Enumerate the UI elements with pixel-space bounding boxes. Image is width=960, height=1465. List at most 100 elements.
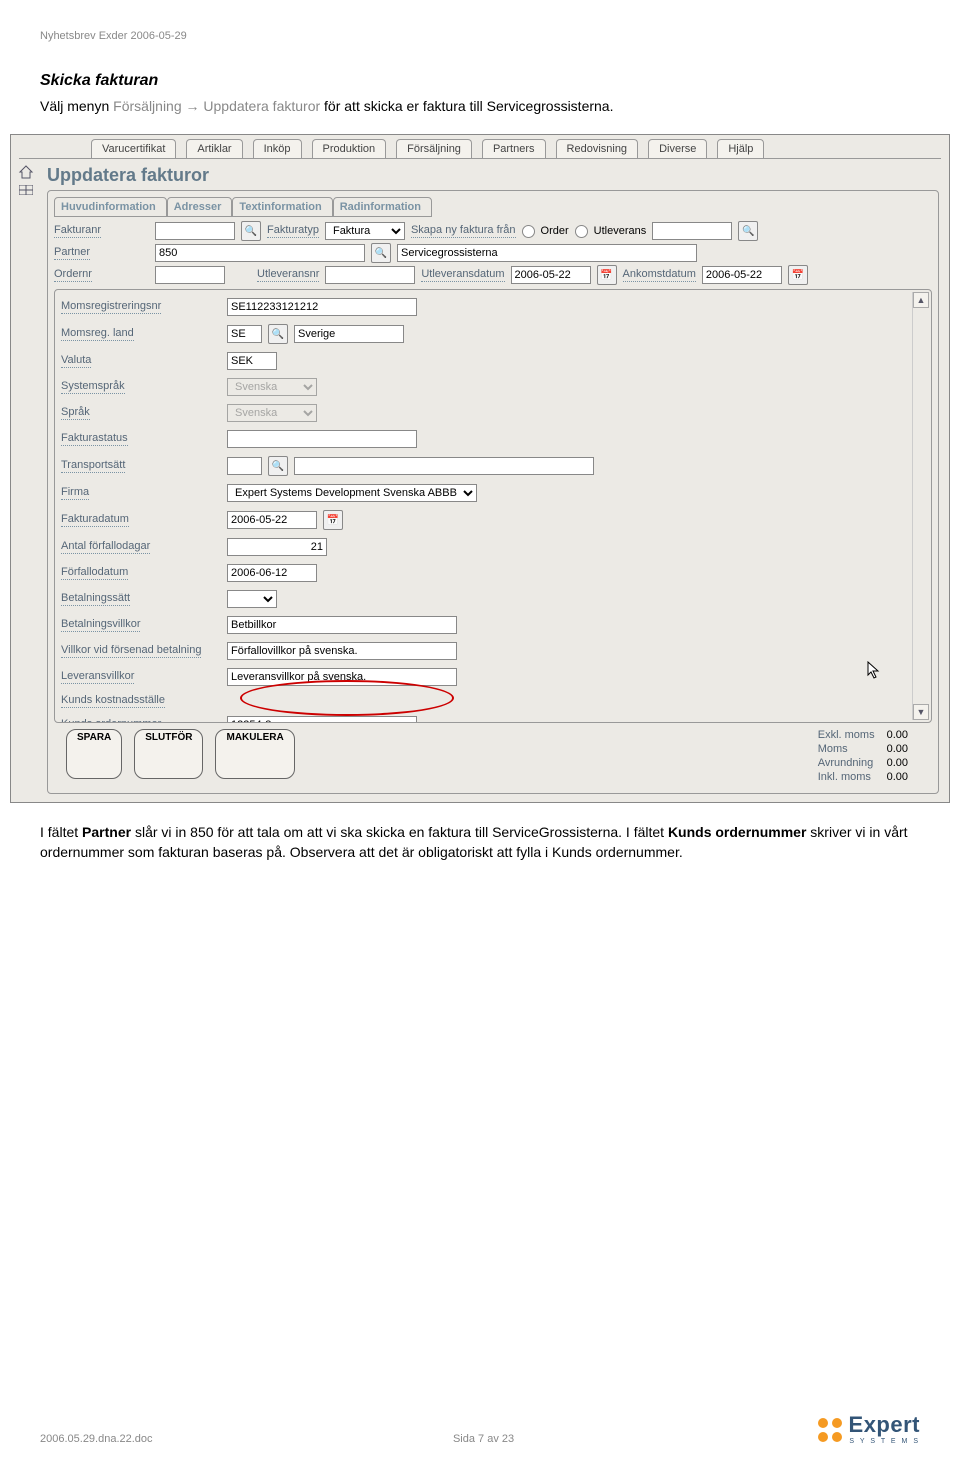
label-ordernr: Ordernr bbox=[54, 268, 149, 282]
label-inkl-moms: Inkl. moms bbox=[818, 771, 875, 783]
transport-code-input[interactable] bbox=[227, 457, 262, 475]
detail-label: Betalningsvillkor bbox=[61, 618, 221, 632]
detail-label: Villkor vid försenad betalning bbox=[61, 644, 221, 658]
detail-row: Kunds ordernummer bbox=[61, 716, 925, 722]
cursor-icon bbox=[867, 661, 881, 682]
detail-row: FirmaExpert Systems Development Svenska … bbox=[61, 484, 925, 502]
detail-row: Valuta bbox=[61, 352, 925, 370]
detail-input[interactable] bbox=[227, 564, 317, 582]
skapa-from-input[interactable] bbox=[652, 222, 732, 240]
detail-row: SpråkSvenska bbox=[61, 404, 925, 422]
intro-post: för att skicka er faktura till Servicegr… bbox=[320, 98, 613, 114]
logo-word: Expert bbox=[849, 1412, 920, 1438]
ordernr-input[interactable] bbox=[155, 266, 225, 284]
detail-label: Systemspråk bbox=[61, 380, 221, 394]
label-order: Order bbox=[541, 225, 569, 237]
detail-input[interactable] bbox=[227, 642, 457, 660]
makulera-button[interactable]: MAKULERA bbox=[215, 729, 294, 779]
spara-button[interactable]: SPARA bbox=[66, 729, 122, 779]
search-icon[interactable]: 🔍 bbox=[268, 456, 288, 476]
label-exkl-moms: Exkl. moms bbox=[818, 729, 875, 741]
totals-grid: Exkl. moms0.00 Moms0.00 Avrundning0.00 I… bbox=[818, 729, 908, 783]
intro-pre: Välj menyn bbox=[40, 98, 113, 114]
search-icon[interactable]: 🔍 bbox=[371, 243, 391, 263]
grid-icon[interactable] bbox=[19, 185, 33, 195]
value-inkl-moms: 0.00 bbox=[887, 771, 908, 783]
detail-input[interactable] bbox=[227, 668, 457, 686]
page-title: Uppdatera fakturor bbox=[47, 165, 939, 186]
utleveransnr-input[interactable] bbox=[325, 266, 415, 284]
detail-label: Kunds ordernummer bbox=[61, 718, 221, 722]
detail-select[interactable]: Expert Systems Development Svenska ABBB bbox=[227, 484, 477, 502]
detail-select: Svenska bbox=[227, 404, 317, 422]
form-panel: Huvudinformation Adresser Textinformatio… bbox=[47, 190, 939, 794]
fakturanr-input[interactable] bbox=[155, 222, 235, 240]
calendar-icon[interactable]: 📅 bbox=[788, 265, 808, 285]
partner-input[interactable] bbox=[155, 244, 365, 262]
detail-input[interactable] bbox=[227, 352, 277, 370]
menu-artiklar[interactable]: Artiklar bbox=[186, 139, 242, 158]
scrollbar[interactable]: ▲ ▼ bbox=[912, 292, 929, 720]
label-avrundning: Avrundning bbox=[818, 757, 875, 769]
search-icon[interactable]: 🔍 bbox=[268, 324, 288, 344]
value-moms: 0.00 bbox=[887, 743, 908, 755]
menu-diverse[interactable]: Diverse bbox=[648, 139, 707, 158]
label-utleveransnr: Utleveransnr bbox=[257, 268, 319, 282]
scroll-down-icon[interactable]: ▼ bbox=[913, 704, 929, 720]
intro-menu-path: Försäljning → Uppdatera fakturor bbox=[113, 98, 320, 114]
transport-name-input[interactable] bbox=[294, 457, 594, 475]
menu-varucertifikat[interactable]: Varucertifikat bbox=[91, 139, 176, 158]
detail-label: Momsregistreringsnr bbox=[61, 300, 221, 314]
detail-row: Betalningsvillkor bbox=[61, 616, 925, 634]
scroll-up-icon[interactable]: ▲ bbox=[913, 292, 929, 308]
detail-label: Kunds kostnadsställe bbox=[61, 694, 221, 708]
detail-input[interactable] bbox=[227, 538, 327, 556]
detail-row: Fakturadatum📅 bbox=[61, 510, 925, 530]
date-input[interactable] bbox=[227, 511, 317, 529]
detail-input[interactable] bbox=[227, 298, 417, 316]
tab-adresser[interactable]: Adresser bbox=[167, 197, 233, 217]
detail-label: Transportsätt bbox=[61, 459, 221, 473]
detail-row: Momsregistreringsnr bbox=[61, 298, 925, 316]
ankomstdatum-input[interactable] bbox=[702, 266, 782, 284]
logo-glyph-icon bbox=[815, 1415, 845, 1445]
detail-input[interactable] bbox=[227, 616, 457, 634]
detail-label: Fakturastatus bbox=[61, 432, 221, 446]
menu-forsaljning[interactable]: Försäljning bbox=[396, 139, 472, 158]
detail-select: Svenska bbox=[227, 378, 317, 396]
menu-redovisning[interactable]: Redovisning bbox=[556, 139, 639, 158]
menu-produktion[interactable]: Produktion bbox=[312, 139, 387, 158]
menu-hjalp[interactable]: Hjälp bbox=[717, 139, 764, 158]
radio-order[interactable] bbox=[522, 225, 535, 238]
land-name-input[interactable] bbox=[294, 325, 404, 343]
footer-center: Sida 7 av 23 bbox=[453, 1433, 514, 1445]
calendar-icon[interactable]: 📅 bbox=[597, 265, 617, 285]
detail-label: Leveransvillkor bbox=[61, 670, 221, 684]
slutfor-button[interactable]: SLUTFÖR bbox=[134, 729, 203, 779]
detail-input[interactable] bbox=[227, 716, 417, 722]
details-panel: MomsregistreringsnrMomsreg. land🔍ValutaS… bbox=[55, 290, 931, 722]
tab-textinformation[interactable]: Textinformation bbox=[232, 197, 332, 217]
radio-utleverans[interactable] bbox=[575, 225, 588, 238]
label-fakturatyp: Fakturatyp bbox=[267, 224, 319, 238]
home-icon[interactable] bbox=[18, 165, 34, 179]
tab-huvudinformation[interactable]: Huvudinformation bbox=[54, 197, 167, 217]
calendar-icon[interactable]: 📅 bbox=[323, 510, 343, 530]
label-skapa: Skapa ny faktura från bbox=[411, 224, 516, 238]
value-exkl-moms: 0.00 bbox=[887, 729, 908, 741]
detail-select[interactable] bbox=[227, 590, 277, 608]
search-icon[interactable]: 🔍 bbox=[738, 221, 758, 241]
detail-row: Leveransvillkor bbox=[61, 668, 925, 686]
label-utleveransdatum: Utleveransdatum bbox=[421, 268, 504, 282]
detail-input[interactable] bbox=[227, 430, 417, 448]
fakturatyp-select[interactable]: Faktura bbox=[325, 222, 405, 240]
menu-inkop[interactable]: Inköp bbox=[253, 139, 302, 158]
menu-partners[interactable]: Partners bbox=[482, 139, 546, 158]
utleveransdatum-input[interactable] bbox=[511, 266, 591, 284]
land-code-input[interactable] bbox=[227, 325, 262, 343]
document-header: Nyhetsbrev Exder 2006-05-29 bbox=[40, 30, 920, 42]
search-icon[interactable]: 🔍 bbox=[241, 221, 261, 241]
intro-text: Välj menyn Försäljning → Uppdatera faktu… bbox=[40, 98, 920, 114]
partner-name-input[interactable] bbox=[397, 244, 697, 262]
tab-radinformation[interactable]: Radinformation bbox=[333, 197, 432, 217]
